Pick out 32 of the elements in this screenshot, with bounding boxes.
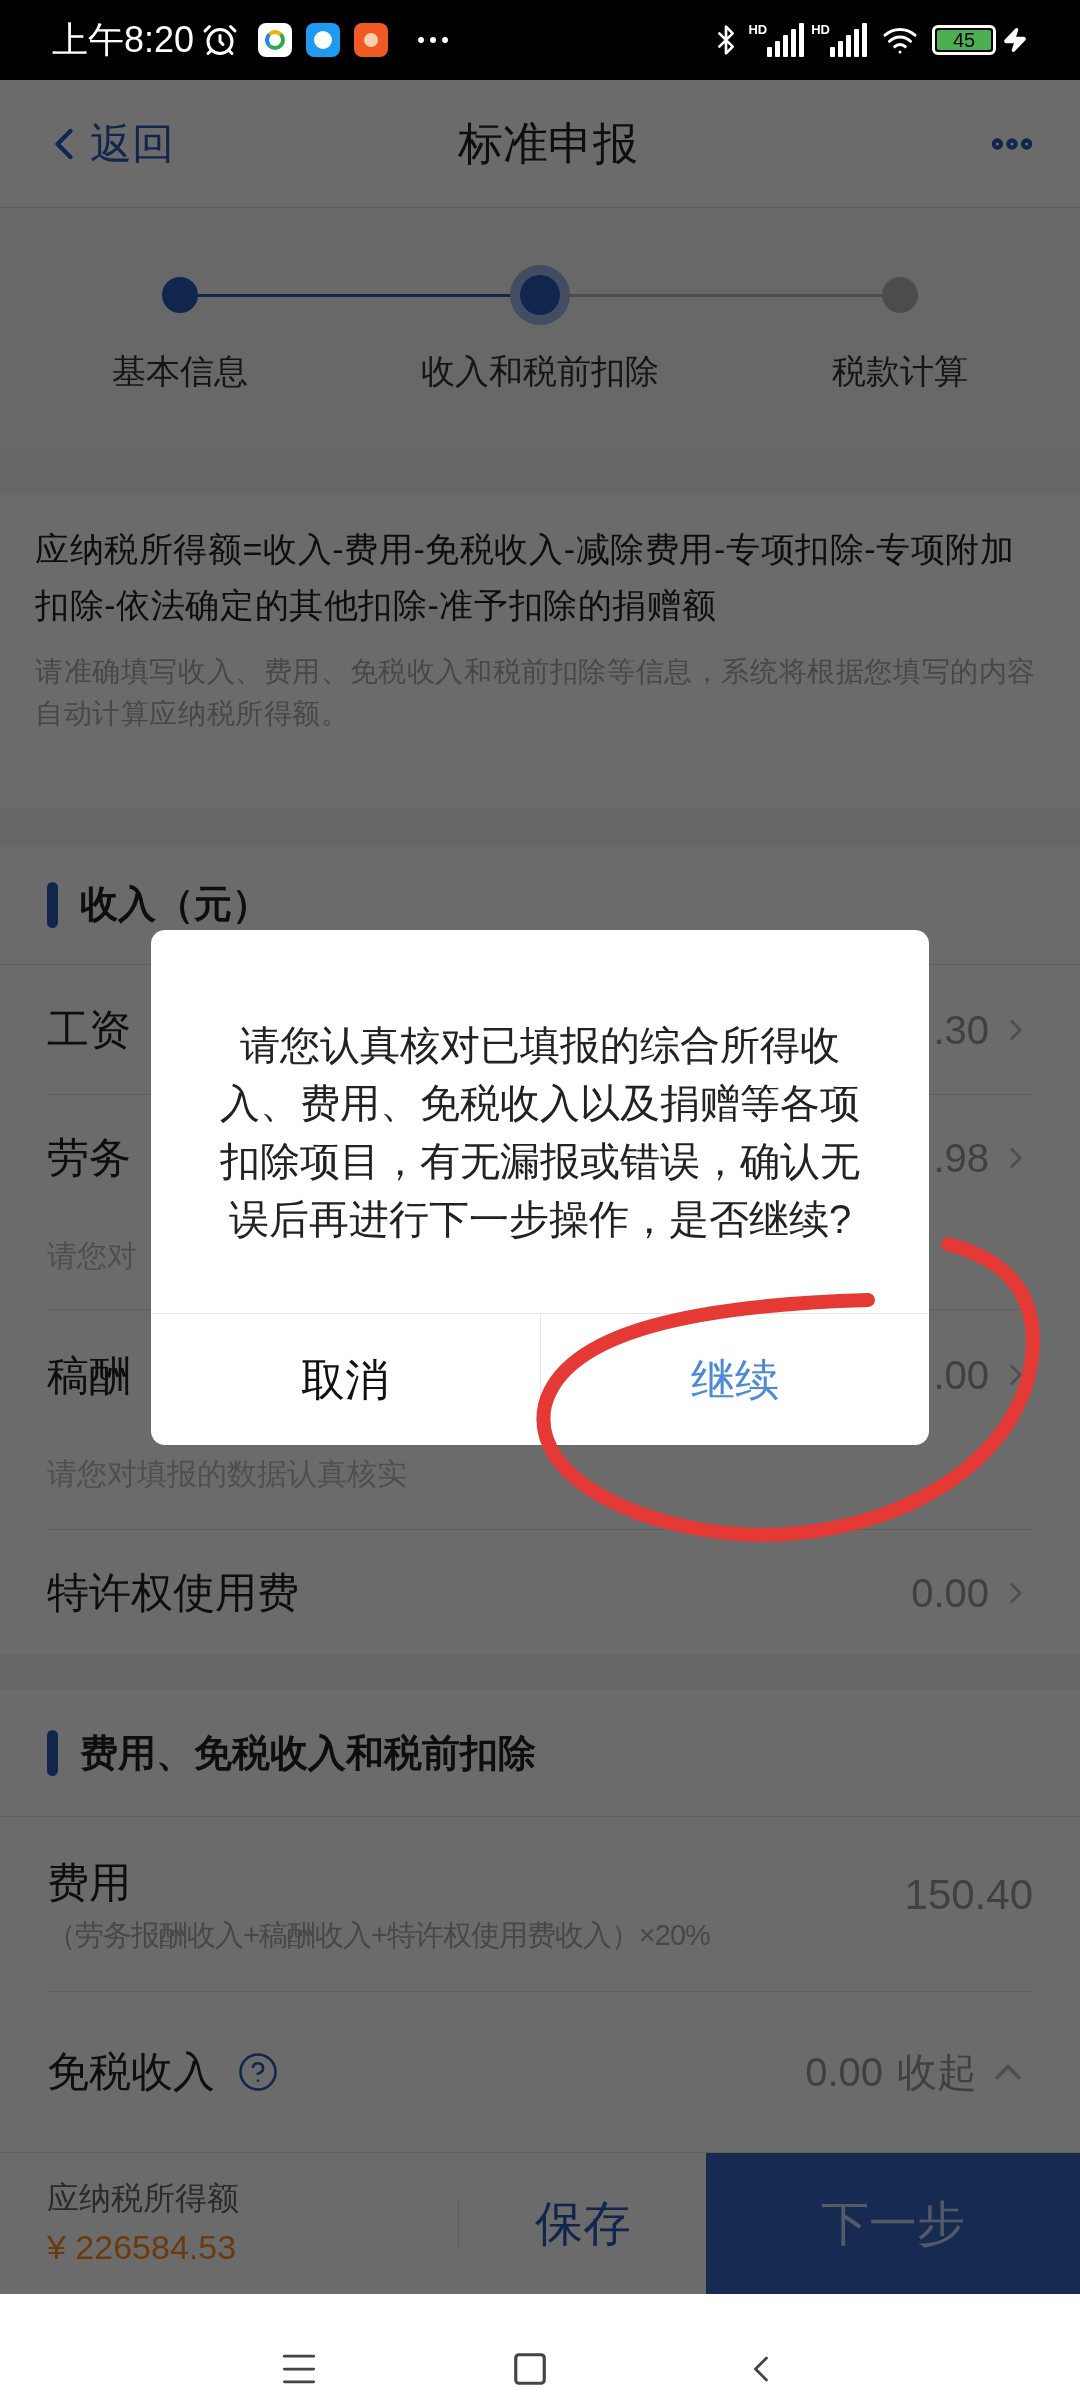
section-title: 费用、免税收入和税前扣除 bbox=[80, 1730, 536, 1776]
battery-icon: 45 bbox=[932, 25, 996, 55]
back-button[interactable]: 返回 bbox=[38, 112, 174, 175]
continue-button[interactable]: 继续 bbox=[540, 1314, 929, 1445]
formula-text: 应纳税所得额=收入-费用-免税收入-减除费用-专项扣除-专项附加扣除-依法确定的其他扣除-准予扣除的捐赠额 bbox=[35, 529, 1016, 626]
step-label: 收入和税前扣除 bbox=[421, 351, 659, 392]
alarm-icon bbox=[202, 22, 239, 58]
app-icon bbox=[306, 23, 341, 57]
step-label: 税款计算 bbox=[832, 351, 968, 392]
dialog-message: 请您认真核对已填报的综合所得收入、费用、免税收入以及捐赠等各项扣除项目，有无漏报或错误，确认无误后再进行下一步操作，是否继续? bbox=[219, 1021, 861, 1243]
app-icon bbox=[258, 23, 293, 57]
section-marker bbox=[47, 881, 58, 928]
tax-free-label: 免税收入 bbox=[47, 2047, 215, 2097]
save-button[interactable]: 保存 bbox=[459, 2153, 706, 2294]
app-icon bbox=[354, 23, 389, 57]
help-icon[interactable] bbox=[237, 2050, 279, 2093]
taxable-label: 应纳税所得额 bbox=[47, 2179, 240, 2218]
charging-icon bbox=[1002, 25, 1028, 55]
page-title: 标准申报 bbox=[458, 116, 638, 171]
taxable-amount: ¥ 226584.53 bbox=[47, 2227, 238, 2268]
home-icon[interactable] bbox=[511, 2350, 549, 2388]
cancel-button[interactable]: 取消 bbox=[151, 1314, 540, 1445]
income-label: 稿酬 bbox=[47, 1350, 131, 1401]
more-icon bbox=[418, 37, 449, 43]
income-label: 工资 bbox=[47, 1005, 131, 1055]
expense-label: 费用 bbox=[47, 1857, 132, 1908]
step-label: 基本信息 bbox=[112, 351, 248, 392]
section-title: 收入（元） bbox=[80, 882, 270, 927]
section-marker bbox=[47, 1730, 58, 1776]
income-label: 劳务 bbox=[47, 1133, 131, 1183]
status-time: 上午8:20 bbox=[52, 18, 195, 62]
income-label: 特许权使用费 bbox=[47, 1568, 299, 1618]
